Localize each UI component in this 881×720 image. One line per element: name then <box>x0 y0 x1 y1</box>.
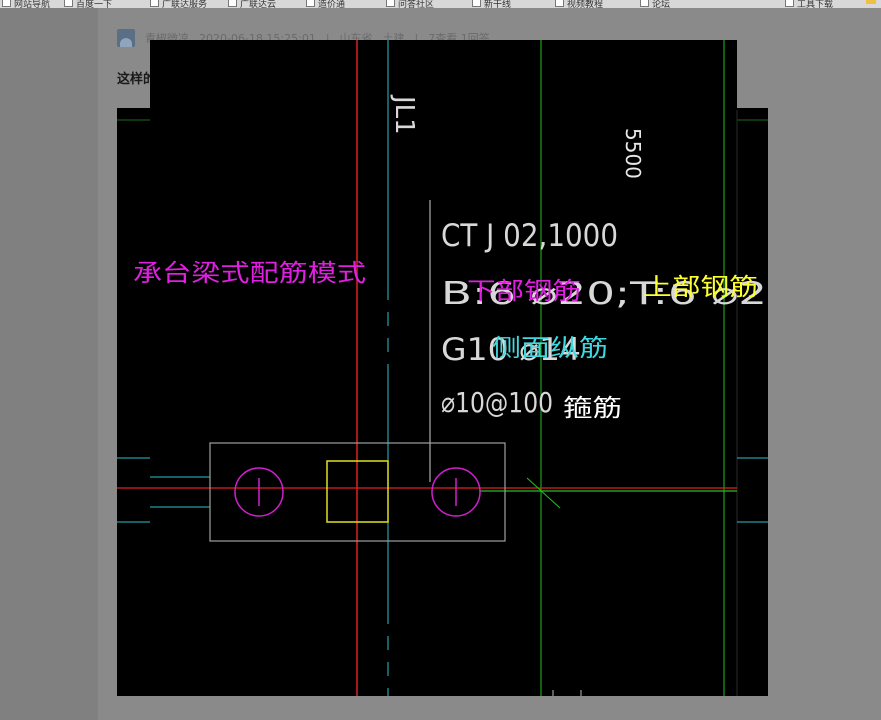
annotation-bottom-rebar: 下部钢筋 <box>467 277 581 305</box>
spec-line-1: CT J 02,1000 <box>441 218 618 254</box>
cad-drawing-image: JL1 5500 CT J 02,1000 B:6 ⌀20;T:6 ⌀2 G10… <box>117 40 768 696</box>
annotation-side-rebar: 侧面纵筋 <box>492 334 608 362</box>
annotation-stirrup: 箍筋 <box>563 394 622 422</box>
cad-background-top <box>150 40 737 110</box>
annotation-top-rebar: 上部钢筋 <box>643 273 758 301</box>
annotation-reinforcement-mode: 承台梁式配筋模式 <box>133 259 366 287</box>
dimension-label: 5500 <box>621 128 645 179</box>
beam-name-label: JL1 <box>389 94 419 135</box>
spec-line-4: ⌀10@100 <box>441 386 553 419</box>
